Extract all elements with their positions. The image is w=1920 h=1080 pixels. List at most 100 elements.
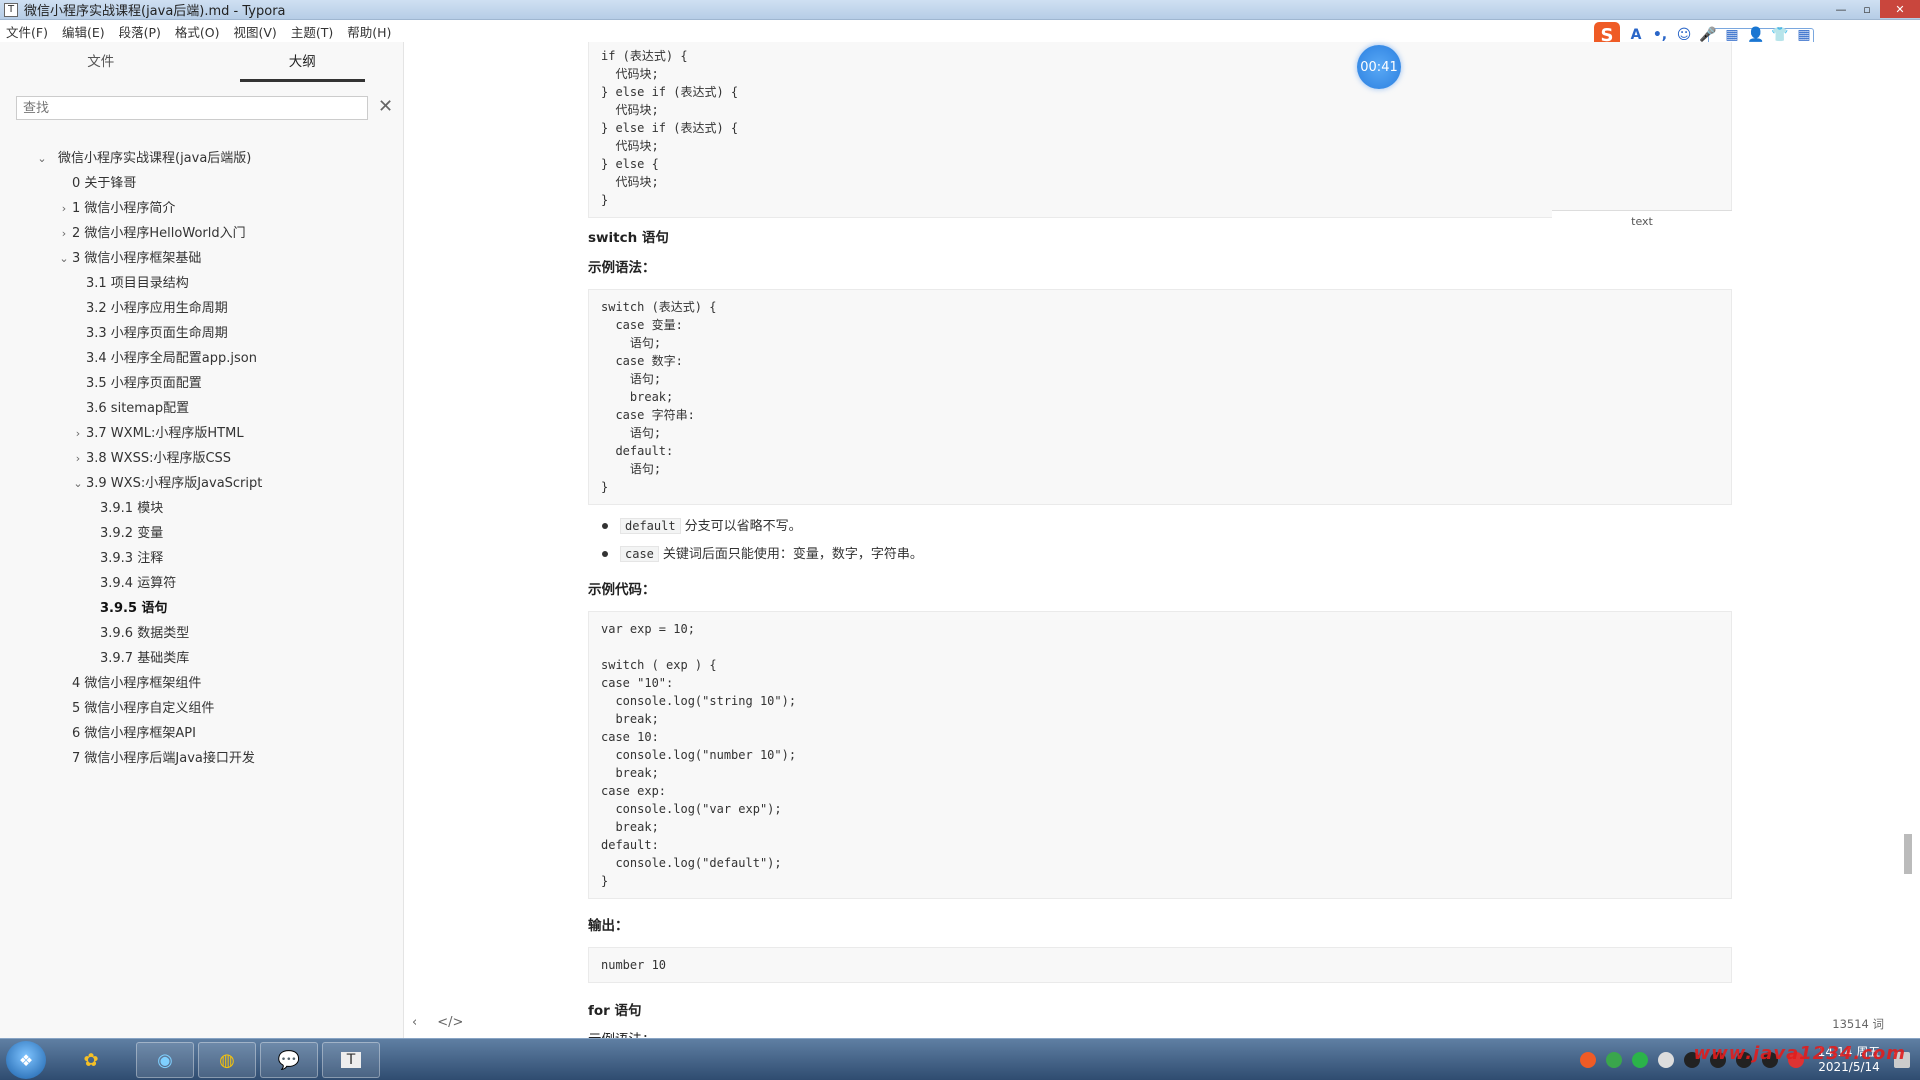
minimize-button[interactable]: —: [1828, 0, 1854, 18]
list-item: case 关键词后面只能使用：变量，数字，字符串。: [588, 540, 923, 568]
outline-item[interactable]: 3.9.1 模块: [0, 496, 404, 521]
chevron-down-icon[interactable]: ⌄: [58, 246, 70, 271]
code-block-if[interactable]: if (表达式) { 代码块;} else if (表达式) { 代码块;} e…: [588, 42, 1732, 218]
word-count[interactable]: 13514 词: [1832, 1016, 1884, 1032]
maximize-button[interactable]: ▫: [1854, 0, 1880, 18]
ime-mic-icon[interactable]: 🎤: [1699, 27, 1716, 43]
ime-user-icon[interactable]: 👤: [1747, 27, 1764, 43]
back-icon[interactable]: ‹: [412, 1015, 417, 1030]
outline-item[interactable]: 3.9.2 变量: [0, 521, 404, 546]
source-mode-icon[interactable]: </>: [437, 1015, 463, 1030]
wechat-tray-icon[interactable]: [1606, 1052, 1622, 1068]
code-line: }: [601, 193, 609, 207]
code-block-example[interactable]: var exp = 10; switch ( exp ) {case "10":…: [588, 611, 1732, 899]
outline-item[interactable]: ⌄ 微信小程序实战课程(java后端版): [0, 146, 404, 171]
outline-item[interactable]: 3.2 小程序应用生命周期: [0, 296, 404, 321]
code-line: }: [601, 874, 609, 888]
start-button[interactable]: ❖: [6, 1041, 46, 1079]
outline-item-label: 3.2 小程序应用生命周期: [86, 301, 228, 316]
outline-item[interactable]: 3.1 项目目录结构: [0, 271, 404, 296]
outline-item[interactable]: › 3.7 WXML:小程序版HTML: [0, 421, 404, 446]
scrollbar-thumb[interactable]: [1904, 834, 1912, 874]
ime-keyboard-icon[interactable]: ▦: [1724, 27, 1740, 43]
taskbar-chrome-button[interactable]: ◍: [198, 1042, 256, 1078]
outline-item[interactable]: 3.9.6 数据类型: [0, 621, 404, 646]
search-tray-icon[interactable]: [1658, 1052, 1674, 1068]
taskbar: ❖ ✿ ◉ ◍ 💬 T 14:14 周五 2021/5/14 www.java1…: [0, 1038, 1920, 1080]
outline-item[interactable]: › 2 微信小程序HelloWorld入门: [0, 221, 404, 246]
chevron-right-icon[interactable]: ›: [72, 421, 84, 446]
sogou-tray-icon[interactable]: [1580, 1052, 1596, 1068]
outline-item[interactable]: ⌄ 3.9 WXS:小程序版JavaScript: [0, 471, 404, 496]
outline-item[interactable]: › 1 微信小程序简介: [0, 196, 404, 221]
outline-item[interactable]: › 3.8 WXSS:小程序版CSS: [0, 446, 404, 471]
chevron-right-icon[interactable]: ›: [72, 446, 84, 471]
code-line: case exp:: [601, 784, 667, 798]
list-item: default 分支可以省略不写。: [588, 512, 923, 540]
outline-item-label: 3.4 小程序全局配置app.json: [86, 351, 257, 366]
menu-item[interactable]: 主题(T): [291, 22, 333, 41]
menu-item[interactable]: 段落(P): [119, 22, 161, 41]
outline-item[interactable]: 3.9.3 注释: [0, 546, 404, 571]
taskbar-browser-button[interactable]: ◉: [136, 1042, 194, 1078]
code-language-tag[interactable]: text: [1552, 210, 1732, 232]
outline-item-label: 3.9.4 运算符: [100, 576, 177, 591]
taskbar-chat-button[interactable]: 💬: [260, 1042, 318, 1078]
outline-item-label: 3.9 WXS:小程序版JavaScript: [86, 476, 263, 491]
clear-search-icon[interactable]: ✕: [378, 96, 393, 118]
outline-item[interactable]: 3.3 小程序页面生命周期: [0, 321, 404, 346]
outline-item-label: 3.9.2 变量: [100, 526, 164, 541]
outline-item[interactable]: 3.9.7 基础类库: [0, 646, 404, 671]
tab-outline[interactable]: 大纲: [202, 42, 404, 82]
recording-timer[interactable]: 00:41: [1357, 45, 1401, 89]
menu-item[interactable]: 视图(V): [234, 22, 277, 41]
outline-item-label: 3.8 WXSS:小程序版CSS: [86, 451, 232, 466]
code-block-output[interactable]: number 10: [588, 947, 1732, 983]
chat-tray-icon[interactable]: [1632, 1052, 1648, 1068]
chrome-icon: ◍: [219, 1049, 235, 1071]
code-line: break;: [601, 766, 659, 780]
outline-item[interactable]: 3.9.4 运算符: [0, 571, 404, 596]
menu-item[interactable]: 格式(O): [175, 22, 220, 41]
taskbar-typora-button[interactable]: T: [322, 1042, 380, 1078]
ime-grid-icon[interactable]: ▦: [1796, 27, 1812, 43]
editor-area[interactable]: if (表达式) { 代码块;} else if (表达式) { 代码块;} e…: [404, 42, 1912, 1038]
outline-item[interactable]: 0 关于锋哥: [0, 171, 404, 196]
menu-item[interactable]: 文件(F): [6, 22, 48, 41]
menu-item[interactable]: 帮助(H): [347, 22, 391, 41]
code-line: case 字符串:: [601, 408, 695, 422]
ime-punctuation-icon[interactable]: •,: [1652, 27, 1668, 43]
outline-item[interactable]: 3.6 sitemap配置: [0, 396, 404, 421]
chevron-right-icon[interactable]: ›: [58, 221, 70, 246]
chevron-down-icon[interactable]: ⌄: [72, 471, 84, 496]
code-line: number 10: [601, 958, 667, 972]
search-input[interactable]: [16, 96, 368, 120]
window-controls: — ▫ ✕: [1828, 0, 1920, 18]
menu-item[interactable]: 编辑(E): [62, 22, 105, 41]
outline-item[interactable]: 7 微信小程序后端Java接口开发: [0, 746, 404, 771]
title-bar: T 微信小程序实战课程(java后端).md - Typora — ▫ ✕: [0, 0, 1920, 20]
outline-item[interactable]: 3.9.5 语句: [0, 596, 404, 621]
chevron-right-icon[interactable]: ›: [58, 196, 70, 221]
code-line: } else if (表达式) {: [601, 85, 739, 99]
close-button[interactable]: ✕: [1880, 0, 1920, 18]
outline-item[interactable]: 5 微信小程序自定义组件: [0, 696, 404, 721]
ime-font-icon[interactable]: A: [1628, 27, 1644, 43]
outline-item-label: 3.3 小程序页面生命周期: [86, 326, 228, 341]
ime-emoji-icon[interactable]: ☺: [1676, 27, 1692, 43]
outline-item[interactable]: 3.5 小程序页面配置: [0, 371, 404, 396]
outline-item[interactable]: 6 微信小程序框架API: [0, 721, 404, 746]
code-line: 语句;: [601, 372, 662, 386]
outline-item[interactable]: 4 微信小程序框架组件: [0, 671, 404, 696]
tab-files[interactable]: 文件: [0, 42, 202, 82]
chevron-down-icon[interactable]: ⌄: [36, 146, 48, 171]
code-line: 代码块;: [601, 67, 659, 81]
code-line: break;: [601, 712, 659, 726]
code-block-switch-syntax[interactable]: switch (表达式) { case 变量: 语句; case 数字: 语句;…: [588, 289, 1732, 505]
outline-item[interactable]: 3.4 小程序全局配置app.json: [0, 346, 404, 371]
ime-skin-icon[interactable]: 👕: [1771, 27, 1788, 43]
taskbar-app-icon[interactable]: ✿: [62, 1042, 120, 1078]
outline-item[interactable]: ⌄ 3 微信小程序框架基础: [0, 246, 404, 271]
label-for-syntax: 示例语法：: [588, 1028, 656, 1038]
